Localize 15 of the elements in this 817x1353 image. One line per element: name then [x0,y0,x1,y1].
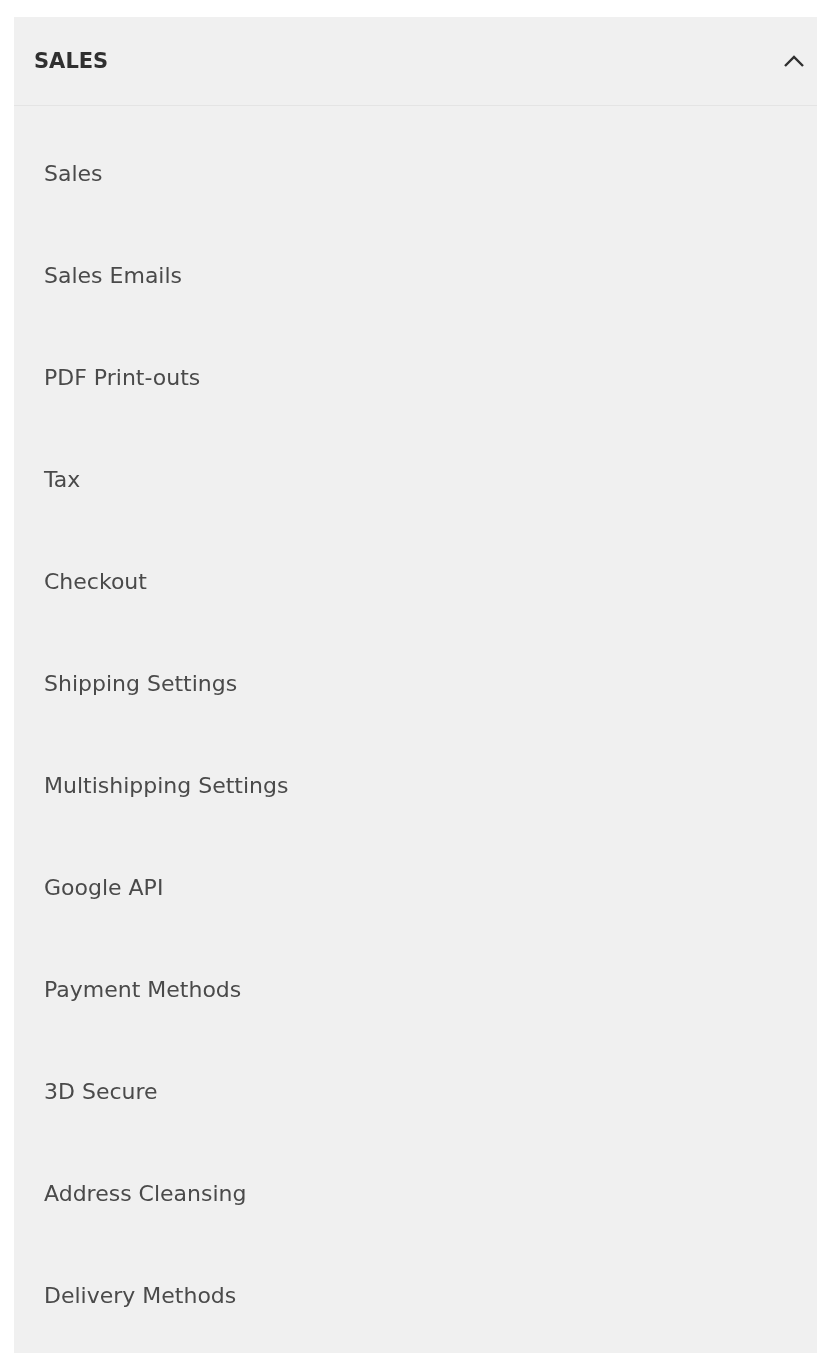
menu-item[interactable]: Sales [44,160,103,186]
section-title: SALES [34,49,109,73]
menu-item[interactable]: Payment Methods [44,976,242,1002]
menu-item[interactable]: 3D Secure [44,1078,158,1104]
menu-item[interactable]: Multishipping Settings [44,772,289,798]
menu-item[interactable]: Google API [44,874,164,900]
menu-item[interactable]: Checkout [44,568,147,594]
menu-item[interactable]: Address Cleansing [44,1180,247,1206]
menu-item[interactable]: Shipping Settings [44,670,238,696]
menu-item[interactable]: PDF Print-outs [44,364,201,390]
menu-item[interactable]: Sales Emails [44,262,183,288]
section-header[interactable]: SALES [14,17,817,106]
menu-item[interactable]: Tax [44,466,81,492]
menu-item[interactable]: Delivery Methods [44,1282,237,1308]
chevron-icon [783,54,805,68]
